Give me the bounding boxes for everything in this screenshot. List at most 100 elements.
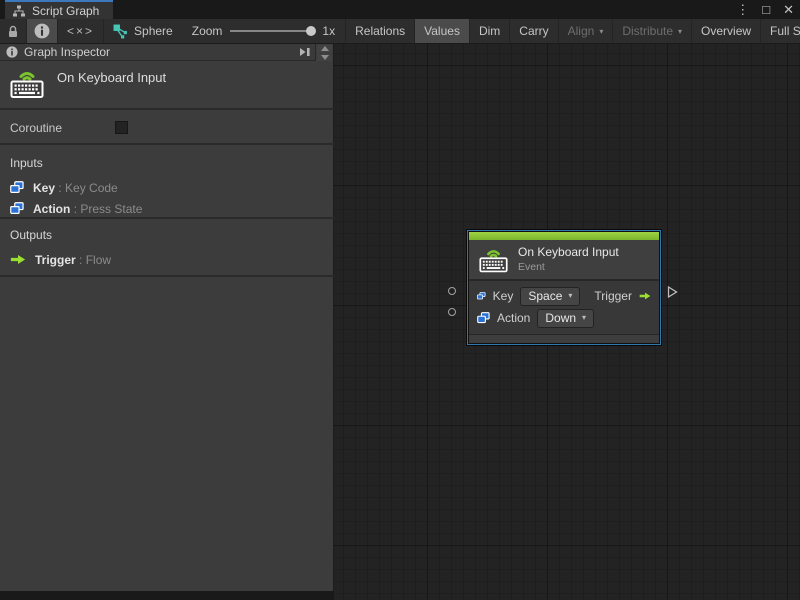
button-label: Dim (478, 24, 501, 38)
keyboard-input-icon (479, 249, 508, 272)
sitemap-icon (13, 5, 25, 16)
button-label: Carry (519, 24, 549, 38)
chevron-down-icon: ▾ (599, 26, 604, 36)
tab-label: Script Graph (32, 3, 100, 18)
value-port-icon (10, 202, 24, 215)
input-row-key: Key : Key Code (0, 177, 334, 198)
unit-title: On Keyboard Input (57, 70, 167, 85)
node-body: Key Space ▾ Trigger Action Down ▾ (469, 279, 659, 334)
scroll-down-button[interactable] (317, 53, 332, 61)
inputs-section: Inputs Key : Key Code Action : Press Sta… (0, 147, 334, 219)
graph-inspector-panel: Graph Inspector On Keyboard Input Corout… (0, 44, 334, 591)
toolbar-button-fullscreen[interactable]: Full Screen (761, 19, 800, 43)
coroutine-row: Coroutine (0, 112, 334, 145)
flow-arrow-icon (639, 292, 651, 300)
graph-target-button[interactable]: Sphere (104, 19, 182, 43)
tab-script-graph[interactable]: Script Graph (5, 0, 114, 19)
key-dropdown[interactable]: Space ▾ (520, 286, 581, 306)
lock-icon (9, 25, 17, 37)
inspector-toggle-button[interactable] (27, 19, 58, 43)
toolbar-button-dim[interactable]: Dim (470, 19, 511, 43)
inspector-title: Graph Inspector (24, 45, 111, 59)
graph-canvas[interactable]: On Keyboard Input Event Key Space ▾ Trig… (334, 44, 800, 600)
node-titles: On Keyboard Input Event (518, 245, 619, 273)
node-subtitle: Event (518, 261, 545, 273)
coroutine-checkbox[interactable] (115, 121, 128, 134)
coroutine-label: Coroutine (10, 120, 63, 135)
node-row-key: Key Space ▾ Trigger (469, 285, 659, 307)
toolbar-button-values[interactable]: Values (415, 19, 470, 43)
window-edge (0, 591, 334, 600)
output-port-trigger[interactable] (667, 285, 678, 299)
flow-arrow-icon (10, 255, 26, 264)
port-type: : Key Code (58, 180, 118, 195)
maximize-icon[interactable]: □ (762, 0, 770, 19)
dock-panel-icon[interactable] (299, 47, 311, 57)
inspector-header: Graph Inspector (0, 44, 316, 61)
zoom-slider-thumb[interactable] (306, 26, 317, 36)
toolbar-button-carry[interactable]: Carry (510, 19, 559, 43)
unity-script-graph-window: Script Graph ⋮ □ ✕ <×> Sphere Zoom 1x Re… (0, 0, 800, 600)
info-icon (6, 46, 18, 58)
input-port-action[interactable] (448, 308, 456, 316)
event-accent-bar (469, 232, 659, 240)
port-name: Action (33, 201, 71, 216)
node-row-action: Action Down ▾ (469, 307, 659, 329)
outputs-header: Outputs (10, 228, 53, 242)
close-icon[interactable]: ✕ (783, 0, 794, 19)
node-header[interactable]: On Keyboard Input Event (469, 240, 659, 279)
keyboard-input-icon (10, 72, 44, 98)
zoom-slider[interactable] (230, 26, 317, 36)
dropdown-value: Space (528, 288, 563, 303)
code-preview-button[interactable]: <×> (58, 19, 105, 43)
port-type: : Flow (79, 252, 112, 267)
zoom-control: Zoom 1x (182, 19, 345, 43)
tab-strip: Script Graph ⋮ □ ✕ (0, 0, 800, 19)
window-menu-icon[interactable]: ⋮ (736, 0, 749, 19)
toolbar-button-align[interactable]: Align ▾ (559, 19, 614, 43)
toolbar-button-distribute[interactable]: Distribute ▾ (613, 19, 693, 43)
node-title: On Keyboard Input (518, 245, 619, 259)
button-label: Relations (355, 24, 406, 38)
zoom-label: Zoom (191, 24, 223, 38)
input-row-action: Action : Press State (0, 198, 334, 219)
node-footer (469, 334, 659, 343)
outputs-section: Outputs Trigger : Flow (0, 219, 334, 277)
port-label: Action (497, 311, 531, 325)
dropdown-value: Down (545, 310, 577, 325)
toolbar-button-overview[interactable]: Overview (692, 19, 762, 43)
output-row-trigger: Trigger : Flow (0, 249, 334, 270)
port-label: Key (492, 289, 514, 303)
inputs-header: Inputs (10, 156, 43, 170)
node-on-keyboard-input[interactable]: On Keyboard Input Event Key Space ▾ Trig… (467, 230, 661, 345)
code-icon: <×> (67, 24, 95, 38)
port-name: Key (33, 180, 56, 195)
chevron-down-icon: ▾ (582, 313, 587, 322)
chevron-down-icon: ▾ (678, 26, 683, 36)
zoom-value: 1x (322, 24, 336, 38)
scroll-up-button[interactable] (317, 45, 332, 53)
lock-button[interactable] (0, 19, 27, 43)
chevron-down-icon: ▾ (568, 291, 573, 300)
toolbar-button-relations[interactable]: Relations (345, 19, 416, 43)
value-port-icon (477, 312, 490, 324)
scroll-spinner (317, 45, 332, 61)
button-label: Overview (701, 24, 752, 38)
window-controls: ⋮ □ ✕ (736, 0, 794, 19)
action-dropdown[interactable]: Down ▾ (537, 308, 595, 328)
button-label: Distribute (622, 24, 674, 38)
port-name: Trigger (35, 252, 76, 267)
value-port-icon (477, 292, 486, 300)
graph-target-label: Sphere (134, 24, 173, 38)
port-type: : Press State (73, 201, 143, 216)
button-label: Values (424, 24, 460, 38)
value-port-icon (10, 181, 24, 194)
trigger-label: Trigger (594, 289, 632, 303)
button-label: Full Screen (770, 24, 800, 38)
triangle-up-icon (320, 46, 329, 52)
button-label: Align (567, 24, 595, 38)
triangle-down-icon (320, 54, 329, 60)
graph-icon (113, 24, 127, 38)
input-port-key[interactable] (448, 287, 456, 295)
unit-header: On Keyboard Input (0, 61, 334, 110)
